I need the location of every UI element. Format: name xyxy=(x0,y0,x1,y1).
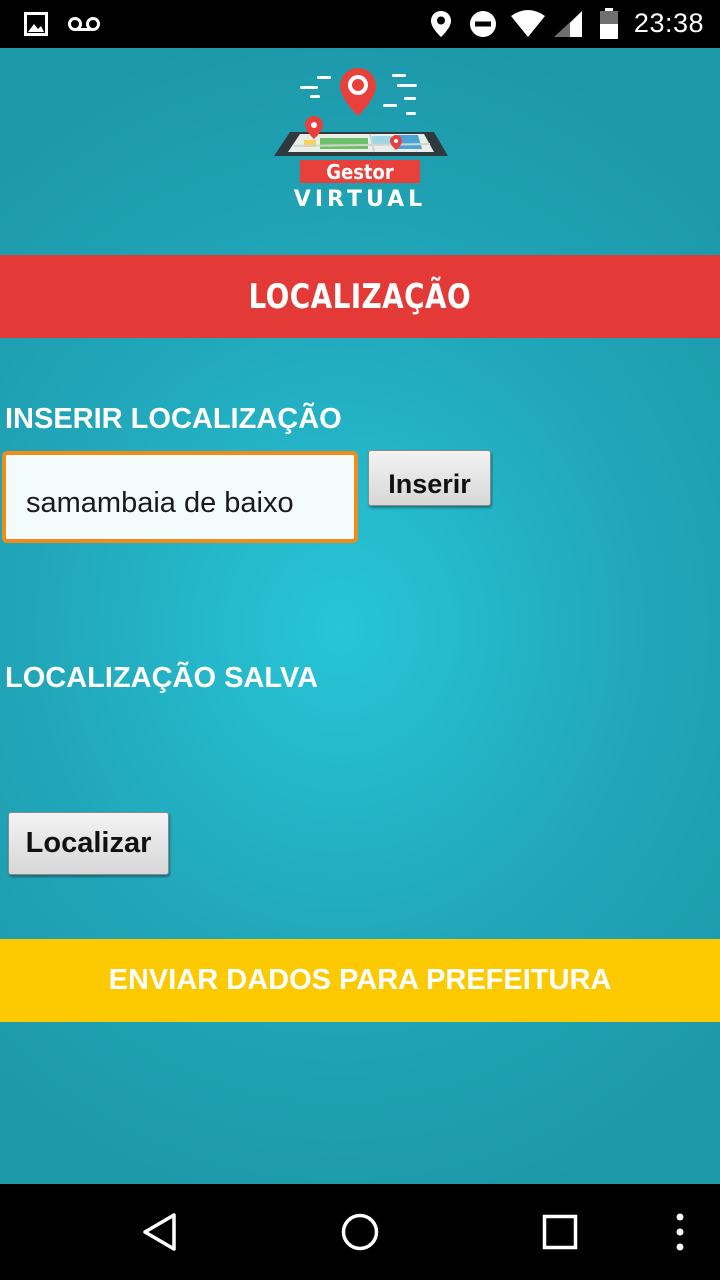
insert-button-label: Inserir xyxy=(388,469,471,499)
phone-screen: 23:38 Gestor VIRTUAL LOCALIZAÇÃO INSERIR… xyxy=(0,0,720,1280)
location-input[interactable] xyxy=(2,451,358,543)
back-icon[interactable] xyxy=(140,1212,180,1252)
logo-line1: Gestor xyxy=(326,161,394,184)
cell-signal-icon xyxy=(554,11,582,37)
send-data-button-label: ENVIAR DADOS PARA PREFEITURA xyxy=(108,964,612,996)
overflow-menu-icon[interactable] xyxy=(674,1212,686,1252)
insert-location-label: INSERIR LOCALIZAÇÃO xyxy=(5,403,342,435)
send-data-button[interactable]: ENVIAR DADOS PARA PREFEITURA xyxy=(0,939,720,1022)
saved-location-label: LOCALIZAÇÃO SALVA xyxy=(5,662,319,694)
logo-line2: VIRTUAL xyxy=(294,187,426,210)
battery-icon xyxy=(600,8,618,39)
status-time: 23:38 xyxy=(633,8,704,38)
home-icon[interactable] xyxy=(340,1212,380,1252)
locate-button[interactable]: Localizar xyxy=(8,812,169,875)
gestor-virtual-logo: Gestor VIRTUAL xyxy=(274,68,448,210)
navigation-bar xyxy=(0,1184,720,1280)
image-icon xyxy=(24,12,48,36)
do-not-disturb-icon xyxy=(470,11,496,37)
locate-button-label: Localizar xyxy=(25,827,152,859)
page-title: LOCALIZAÇÃO xyxy=(248,276,472,317)
insert-button[interactable]: Inserir xyxy=(368,450,491,506)
header-banner: LOCALIZAÇÃO xyxy=(0,255,720,338)
location-pin-icon xyxy=(431,11,451,37)
recents-icon[interactable] xyxy=(542,1214,578,1250)
status-bar: 23:38 xyxy=(0,0,720,48)
voicemail-icon xyxy=(68,17,100,31)
app-content: Gestor VIRTUAL LOCALIZAÇÃO INSERIR LOCAL… xyxy=(0,48,720,1184)
wifi-icon xyxy=(511,10,545,37)
